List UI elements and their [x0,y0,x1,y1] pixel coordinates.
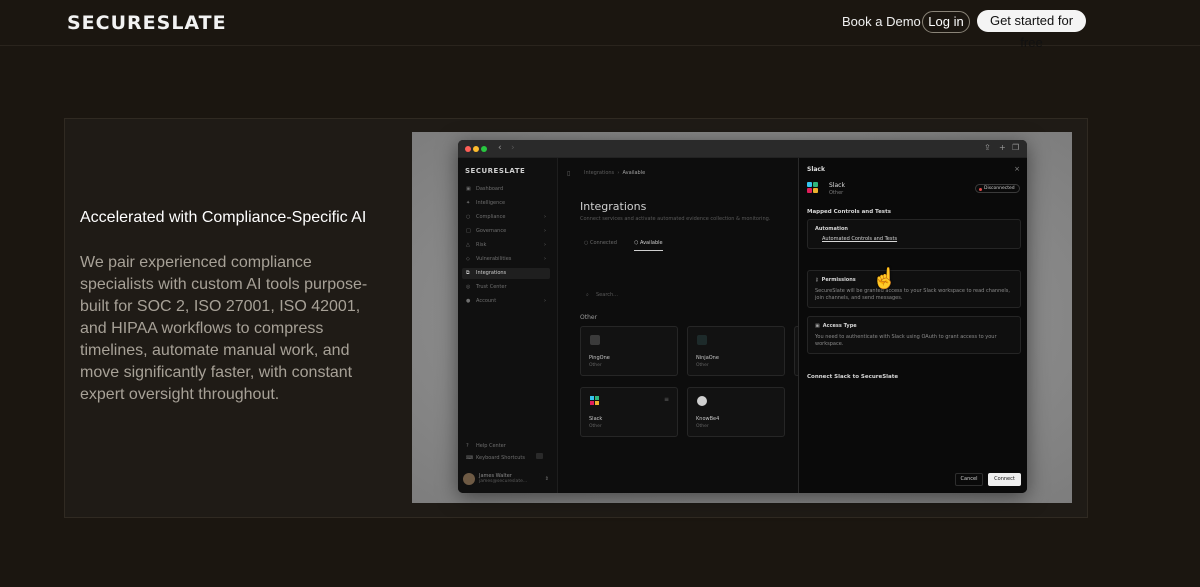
hand-cursor-icon: ☝ [872,268,897,290]
sidebar-item-trust-center[interactable]: ◎ Trust Center [462,282,550,293]
keyboard-icon: ⌨ [466,455,474,461]
automated-controls-link[interactable]: Automated Controls and Tests [822,236,897,242]
status-badge: Disconnected [975,184,1020,193]
sidebar-item-integrations[interactable]: ⧉ Integrations [462,268,550,279]
sidebar-item-governance[interactable]: □ Governance › [462,226,550,237]
menu-icon[interactable]: ≡ [664,396,669,403]
lock-icon: ▣ [815,323,820,329]
connect-heading: Connect Slack to SecureSlate [807,374,899,380]
user-email: james@secureslate... [479,479,528,484]
integration-card-knowbe4[interactable]: KnowBe4 Other [687,387,785,437]
app-window: ‹ › ⇪ + ❐ SECURESLATE ▣ Dashboard ✦ Intell… [458,140,1027,493]
slack-logo-icon [590,396,600,406]
page-subtitle: Connect services and activate automated … [580,216,771,222]
chevron-right-icon: › [544,298,546,304]
tab-connected[interactable]: ○ Connected [584,240,617,250]
page-title: Integrations [580,200,647,213]
sidebar-toggle-icon[interactable]: ▯ [567,170,570,177]
search-icon: ⌕ [586,292,589,298]
sidebar-item-account[interactable]: ● Account › [462,296,550,307]
feature-headline: Accelerated with Compliance-Specific AI [80,209,367,226]
sidebar-item-risk[interactable]: △ Risk › [462,240,550,251]
connected-icon: ○ [584,240,589,246]
integration-card-pingone[interactable]: PingOne Other [580,326,678,376]
integration-card-ninjaone[interactable]: NinjaOne Other [687,326,785,376]
app-logo: SECURESLATE [465,167,526,175]
breadcrumb-parent[interactable]: Integrations [584,170,614,176]
chevron-right-icon: › [544,242,546,248]
integrations-icon: ⧉ [466,270,470,276]
top-nav: SECURESLATE Book a Demo Log in Get start… [0,0,1200,50]
access-type-text: You need to authenticate with Slack usin… [815,334,997,347]
integration-name: Slack [829,182,845,189]
maximize-dot-icon [481,146,487,152]
integrations-main: ▯ Integrations › Available Integrations … [558,158,802,493]
sidebar-item-vulnerabilities[interactable]: ◇ Vulnerabilities › [462,254,550,265]
pingone-logo-icon [590,335,600,345]
available-icon: ⬡ [634,240,639,246]
permissions-box: ⚷ Permissions SecureSlate will be granted… [807,270,1021,308]
permissions-heading: Permissions [821,277,856,283]
breadcrumb-current: Available [622,170,646,176]
trust-center-icon: ◎ [466,284,471,290]
mapped-controls-heading: Mapped Controls and Tests [807,209,891,215]
breadcrumb-separator: › [617,170,620,176]
compliance-icon: ○ [466,214,471,220]
sidebar-item-keyboard-shortcuts[interactable]: ⌨ Keyboard Shortcuts [462,453,550,464]
chevron-right-icon: › [544,214,546,220]
get-started-button[interactable]: Get started for free [977,10,1086,50]
sidebar-item-intelligence[interactable]: ✦ Intelligence [462,198,550,209]
breadcrumb: Integrations › Available [584,170,645,176]
brand-logo[interactable]: SECURESLATE [67,12,227,34]
dashboard-icon: ▣ [466,186,471,192]
chevron-updown-icon: ⇕ [544,476,549,482]
slack-detail-drawer: Slack × Slack Other Disconnected Mapped … [798,158,1027,493]
ninjaone-logo-icon [697,335,707,345]
intelligence-icon: ✦ [466,200,471,206]
chevron-right-icon: › [544,256,546,262]
sidebar-item-dashboard[interactable]: ▣ Dashboard [462,184,550,195]
governance-icon: □ [466,228,471,234]
tab-available[interactable]: ⬡ Available [634,240,663,251]
account-icon: ● [466,298,471,304]
back-arrow-icon: ‹ [498,143,502,153]
tabs-icon: ❐ [1012,143,1020,152]
feature-body: We pair experienced compliance specialis… [80,254,368,403]
shortcut-key-icon [536,453,543,459]
window-titlebar: ‹ › ⇪ + ❐ [458,140,1027,158]
automation-box: Automation Automated Controls and Tests [807,219,1021,249]
app-sidebar: SECURESLATE ▣ Dashboard ✦ Intelligence ○ Co… [458,158,558,493]
integration-category: Other [829,190,844,196]
forward-arrow-icon: › [511,143,515,153]
minimize-dot-icon [473,146,479,152]
access-type-box: ▣ Access Type You need to authenticate wi… [807,316,1021,354]
login-button[interactable]: Log in [922,11,970,33]
risk-icon: △ [466,242,470,248]
help-icon: ? [466,443,469,449]
drawer-title: Slack [807,166,825,173]
knowbe4-logo-icon [697,396,707,406]
cancel-button[interactable]: Cancel [955,473,983,486]
vulnerabilities-icon: ◇ [466,256,470,262]
search-input[interactable]: ⌕ Search... [580,288,700,302]
section-heading: Other [580,314,598,321]
new-tab-icon: + [999,143,1006,152]
integration-card-slack[interactable]: ≡ Slack Other [580,387,678,437]
user-menu[interactable]: James Walter james@secureslate... ⇕ [463,471,549,487]
avatar [463,473,475,485]
chevron-right-icon: › [544,228,546,234]
share-icon: ⇪ [984,143,991,152]
slack-logo-icon [807,182,819,194]
permissions-text: SecureSlate will be granted access to yo… [815,288,1010,301]
book-demo-link[interactable]: Book a Demo [842,14,921,29]
automation-heading: Automation [815,226,848,232]
close-icon[interactable]: × [1014,165,1020,173]
connect-button[interactable]: Connect [988,473,1021,486]
key-icon: ⚷ [815,277,819,283]
sidebar-item-compliance[interactable]: ○ Compliance › [462,212,550,223]
close-dot-icon [465,146,471,152]
sidebar-item-help-center[interactable]: ? Help Center [462,441,550,452]
access-type-heading: Access Type [822,323,857,329]
